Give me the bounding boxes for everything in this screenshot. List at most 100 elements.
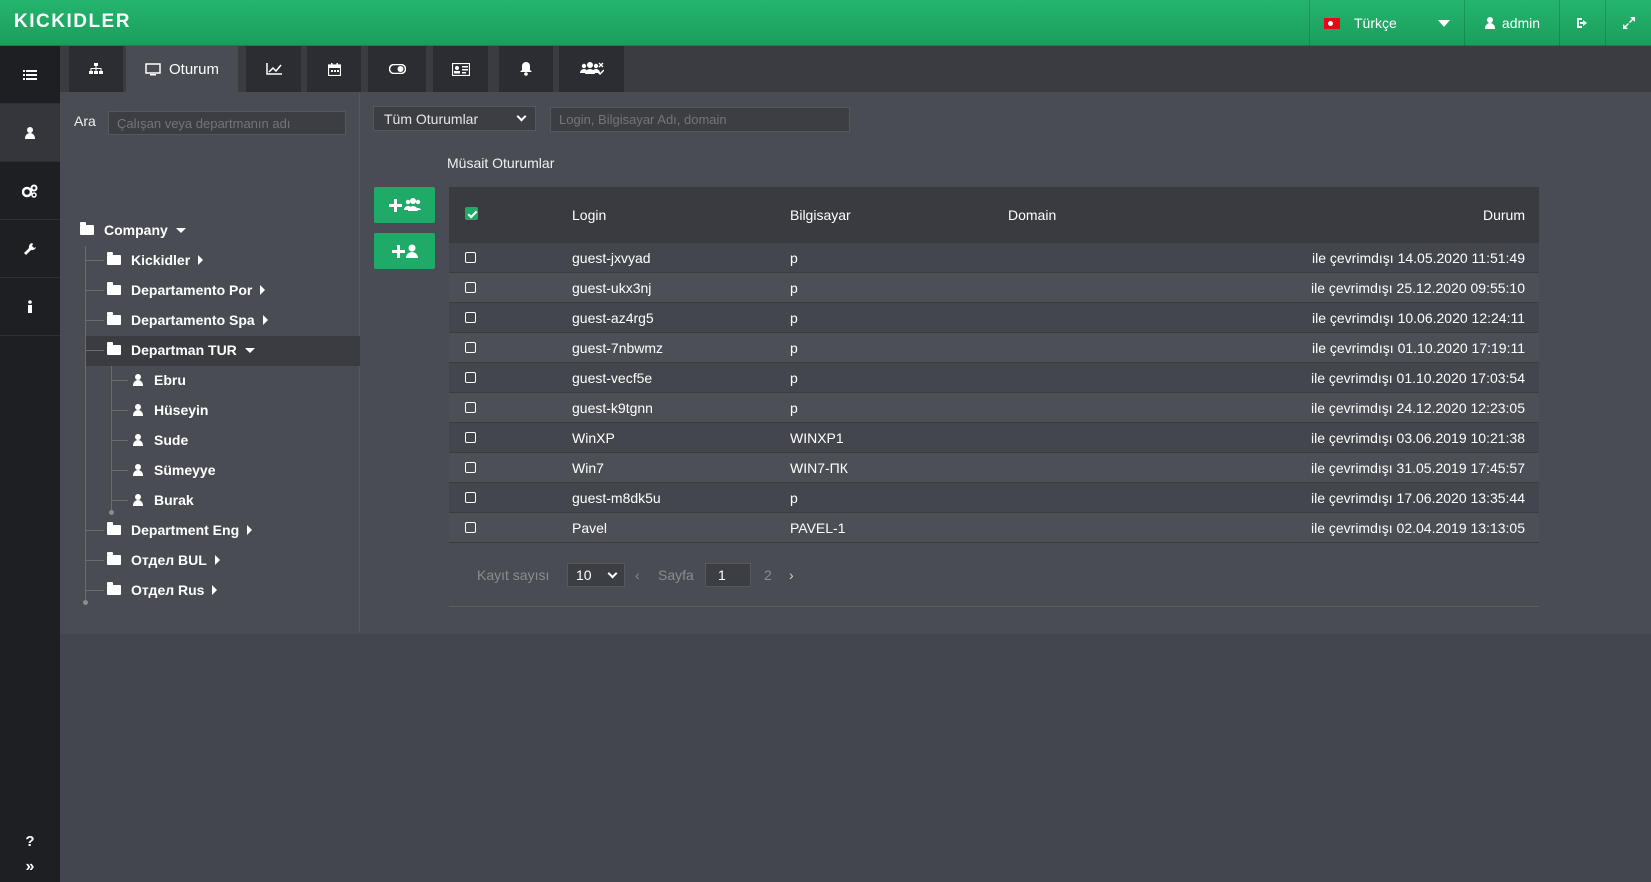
folder-icon <box>107 582 121 595</box>
cell-status: ile çevrimdışı 17.06.2020 13:35:44 <box>1310 489 1525 506</box>
cell-status: ile çevrimdışı 14.05.2020 11:51:49 <box>1312 249 1525 266</box>
row-checkbox[interactable] <box>465 370 476 386</box>
table-row[interactable]: guest-7nbwmz p ile çevrimdışı 01.10.2020… <box>449 333 1539 363</box>
cell-status: ile çevrimdışı 25.12.2020 09:55:10 <box>1310 279 1525 296</box>
row-checkbox[interactable] <box>465 520 476 536</box>
cell-login: guest-vecf5e <box>572 369 653 386</box>
add-group-button[interactable] <box>374 187 435 223</box>
tree-item-label: Sümeyye <box>154 462 216 478</box>
tree-item-label: Отдел Rus <box>131 582 205 598</box>
tree-item-otdel-bul[interactable]: Отдел BUL <box>107 545 220 575</box>
language-selector[interactable]: Türkçe <box>1309 0 1464 46</box>
chevron-down-icon <box>607 568 618 578</box>
tab-group-permissions[interactable] <box>559 46 624 92</box>
row-checkbox[interactable] <box>465 430 476 446</box>
select-all-checkbox[interactable] <box>465 207 478 223</box>
row-checkbox[interactable] <box>465 280 476 296</box>
employee-search-input[interactable] <box>108 111 346 135</box>
row-checkbox[interactable] <box>465 490 476 506</box>
rail-item-info[interactable] <box>0 278 60 336</box>
session-filter-select[interactable]: Tüm Oturumlar <box>373 106 536 131</box>
row-checkbox[interactable] <box>465 250 476 266</box>
column-header-computer[interactable]: Bilgisayar <box>790 207 851 223</box>
next-page-button[interactable]: › <box>789 563 794 587</box>
cell-status: ile çevrimdışı 24.12.2020 12:23:05 <box>1310 399 1525 416</box>
table-row[interactable]: guest-jxvyad p ile çevrimdışı 14.05.2020… <box>449 243 1539 273</box>
tree-item-departamento-spa[interactable]: Departamento Spa <box>107 305 268 335</box>
session-search-input[interactable] <box>550 107 850 132</box>
tree-employee-ebru[interactable]: Ebru <box>132 365 186 395</box>
expand-sidebar-button[interactable]: » <box>0 842 60 882</box>
check-icon <box>465 207 478 220</box>
cell-status: ile çevrimdışı 10.06.2020 12:24:11 <box>1312 309 1525 326</box>
column-header-domain[interactable]: Domain <box>1008 207 1056 223</box>
fullscreen-button[interactable] <box>1605 0 1651 46</box>
tab-toggle[interactable] <box>368 46 426 92</box>
tree-item-department-eng[interactable]: Department Eng <box>107 515 253 545</box>
table-row[interactable]: guest-k9tgnn p ile çevrimdışı 24.12.2020… <box>449 393 1539 423</box>
caret-right-icon <box>260 285 266 295</box>
folder-icon <box>107 552 121 565</box>
prev-page-button[interactable]: ‹ <box>635 563 640 587</box>
tree-employee-huseyin[interactable]: Hüseyin <box>132 395 208 425</box>
folder-icon <box>107 282 121 295</box>
table-header: Login Bilgisayar Domain Durum <box>449 187 1539 243</box>
rail-item-employees[interactable] <box>0 104 60 162</box>
row-checkbox[interactable] <box>465 310 476 326</box>
caret-right-icon <box>247 525 253 535</box>
table-row[interactable]: WinXP WINXP1 ile çevrimdışı 03.06.2019 1… <box>449 423 1539 453</box>
tab-identity[interactable] <box>433 46 488 92</box>
records-per-page-select[interactable]: 10 <box>567 563 625 587</box>
tree-employee-sumeyye[interactable]: Sümeyye <box>132 455 215 485</box>
row-checkbox[interactable] <box>465 400 476 416</box>
tree-root-company[interactable]: Company <box>80 215 186 245</box>
table-row[interactable]: guest-m8dk5u p ile çevrimdışı 17.06.2020… <box>449 483 1539 513</box>
rail-item-tools[interactable] <box>0 220 60 278</box>
tab-calendar[interactable] <box>307 46 361 92</box>
user-icon <box>132 464 144 476</box>
tree-employee-burak[interactable]: Burak <box>132 485 194 515</box>
table-row[interactable]: guest-vecf5e p ile çevrimdışı 01.10.2020… <box>449 363 1539 393</box>
tree-root-label: Company <box>104 222 168 238</box>
add-user-icon <box>391 244 418 258</box>
row-checkbox[interactable] <box>465 460 476 476</box>
left-nav-rail: ? » <box>0 46 60 882</box>
language-label: Türkçe <box>1354 15 1397 31</box>
table-row[interactable]: guest-ukx3nj p ile çevrimdışı 25.12.2020… <box>449 273 1539 303</box>
cell-computer: p <box>790 279 798 296</box>
page-2-link[interactable]: 2 <box>764 563 772 587</box>
add-users-icon <box>388 198 421 212</box>
expand-icon <box>1622 17 1635 29</box>
tree-item-otdel-rus[interactable]: Отдел Rus <box>107 575 218 605</box>
logout-button[interactable] <box>1559 0 1605 46</box>
tab-structure[interactable] <box>69 46 123 92</box>
app-logo[interactable]: KICKIDLER <box>14 11 131 33</box>
cell-status: ile çevrimdışı 31.05.2019 17:45:57 <box>1310 459 1525 476</box>
tree-item-departman-tur[interactable]: Departman TUR <box>107 335 255 365</box>
monitor-icon <box>145 62 161 75</box>
row-checkbox[interactable] <box>465 340 476 356</box>
table-row[interactable]: guest-az4rg5 p ile çevrimdışı 10.06.2020… <box>449 303 1539 333</box>
column-header-status[interactable]: Durum <box>1483 207 1525 223</box>
cell-login: Pavel <box>572 519 608 536</box>
sessions-table: Login Bilgisayar Domain Durum guest-jxvy… <box>449 187 1539 543</box>
rail-item-list[interactable] <box>0 46 60 104</box>
page-number-input[interactable] <box>705 563 751 587</box>
tab-notifications[interactable] <box>499 46 553 92</box>
tree-item-departamento-por[interactable]: Departamento Por <box>107 275 266 305</box>
tree-employee-sude[interactable]: Sude <box>132 425 188 455</box>
tab-session[interactable]: Oturum <box>126 46 238 92</box>
rail-item-settings[interactable] <box>0 162 60 220</box>
column-header-login[interactable]: Login <box>572 207 606 223</box>
table-row[interactable]: Win7 WIN7-ПК ile çevrimdışı 31.05.2019 1… <box>449 453 1539 483</box>
cell-computer: p <box>790 399 798 416</box>
caret-right-icon <box>214 555 220 565</box>
user-icon <box>132 404 144 416</box>
table-row[interactable]: Pavel PAVEL-1 ile çevrimdışı 02.04.2019 … <box>449 513 1539 543</box>
caret-right-icon <box>198 255 204 265</box>
user-menu[interactable]: admin <box>1464 0 1559 46</box>
line-chart-icon <box>265 63 282 75</box>
add-user-button[interactable] <box>374 233 435 269</box>
tab-statistics[interactable] <box>246 46 301 92</box>
tree-item-kickidler[interactable]: Kickidler <box>107 245 204 275</box>
